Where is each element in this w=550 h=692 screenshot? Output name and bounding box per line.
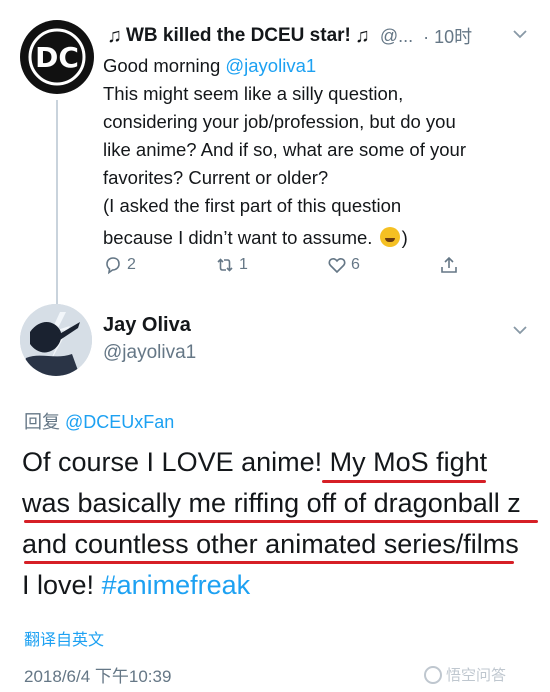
heart-icon — [328, 258, 346, 274]
watermark-logo-icon — [424, 665, 442, 684]
watermark: 悟空问答 — [424, 664, 506, 685]
tweet1-timestamp[interactable]: · 10时 — [423, 23, 472, 49]
reply-count: 2 — [127, 256, 136, 273]
tweet2-line: was basically me riffing off of dragonba… — [22, 488, 521, 518]
tweet1-greeting: Good morning — [103, 55, 221, 76]
avatar-dceuxfan[interactable]: DC — [20, 20, 94, 94]
retweet-icon — [217, 258, 233, 272]
chevron-down-icon[interactable] — [512, 322, 528, 343]
tweet1-line: This might seem like a silly question, — [103, 83, 404, 104]
hashtag-link[interactable]: #animefreak — [102, 570, 251, 600]
reply-icon — [106, 257, 120, 275]
avatar-jayoliva1[interactable] — [20, 304, 92, 376]
tweet1-handle[interactable]: @... — [380, 26, 413, 47]
tweet1-line-end: ) — [401, 227, 408, 248]
highlight-underline — [322, 480, 486, 483]
tweet1-action-bar: 2 1 6 — [103, 252, 473, 278]
tweet1-greeting-line: Good morning @jayoliva1 — [103, 52, 533, 80]
tweet2-display-name[interactable]: Jay Oliva — [103, 314, 191, 337]
tweet1-mention-link[interactable]: @jayoliva1 — [225, 55, 316, 76]
tweet1-last-line: because I didn’t want to assume. ) — [103, 224, 533, 252]
highlight-underline — [24, 520, 538, 523]
translate-link[interactable]: 翻译自英文 — [24, 626, 104, 650]
tweet2-line-text: I love! — [22, 570, 95, 600]
watermark-text: 悟空问答 — [446, 667, 507, 684]
music-note-icon: ♫ — [354, 24, 370, 47]
share-icon — [441, 256, 457, 273]
tweet1-header: ♫ WB killed the DCEU star! ♫ @... · 10时 — [103, 22, 530, 50]
tweet1-line: considering your job/profession, but do … — [103, 111, 456, 132]
chevron-down-icon[interactable] — [512, 26, 528, 47]
avatar-image — [20, 304, 92, 376]
music-note-icon: ♫ — [107, 24, 122, 47]
thread-connector-line — [56, 100, 58, 305]
tweet2-line: Of course I LOVE anime! My MoS fight — [22, 447, 488, 477]
replying-prefix: 回复 — [24, 412, 60, 432]
reply-button[interactable]: 2 — [103, 255, 215, 275]
tweet2-last-line: I love! #animefreak — [22, 565, 542, 606]
dc-logo-text: DC — [35, 41, 79, 74]
tweet2-date: 2018/6/4 下午10:39 — [24, 667, 172, 686]
like-count: 6 — [351, 256, 360, 273]
highlight-underline — [24, 561, 514, 564]
replying-to-mention-link[interactable]: @DCEUxFan — [65, 412, 174, 432]
sweat-smile-emoji-icon — [379, 227, 400, 247]
retweet-button[interactable]: 1 — [215, 255, 327, 275]
tweet1-line: like anime? And if so, what are some of … — [103, 139, 466, 160]
tweet1-line-text: because I didn’t want to assume. — [103, 227, 373, 248]
retweet-count: 1 — [239, 256, 248, 273]
dc-logo-icon: DC — [24, 24, 90, 90]
tweet1-line: (I asked the first part of this question — [103, 195, 402, 216]
tweet2-body: Of course I LOVE anime! My MoS fight was… — [22, 442, 542, 606]
tweet2-handle[interactable]: @jayoliva1 — [103, 342, 196, 364]
replying-to: 回复 @DCEUxFan — [24, 408, 174, 434]
tweet1-line: favorites? Current or older? — [103, 167, 329, 188]
share-button[interactable] — [439, 255, 463, 275]
like-button[interactable]: 6 — [327, 255, 439, 275]
tweet1-display-name[interactable]: WB killed the DCEU star! — [126, 25, 351, 47]
tweet2-line: and countless other animated series/film… — [22, 529, 519, 559]
tweet1-body: Good morning @jayoliva1 This might seem … — [103, 52, 533, 252]
